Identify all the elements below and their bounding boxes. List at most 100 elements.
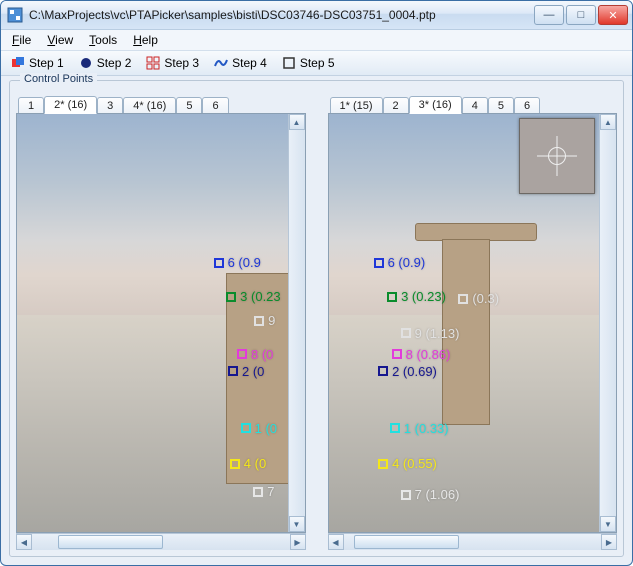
control-point-7[interactable]: 7 (1.06) (401, 487, 460, 502)
tab-4[interactable]: 5 (488, 97, 514, 114)
hscrollbar[interactable]: ◀ ▶ (16, 533, 306, 550)
scroll-thumb[interactable] (58, 535, 163, 549)
control-point-2[interactable]: 2 (0.69) (378, 364, 437, 379)
point-label: 7 (1.06) (415, 487, 460, 502)
point-marker-icon (241, 423, 251, 433)
minimize-button[interactable]: — (534, 5, 564, 25)
scroll-right-icon[interactable]: ▶ (290, 534, 306, 550)
left-image-view[interactable]: 6 (0.9 3 (0.23 9 8 (0 2 (0 1 (0 4 (07 (17, 114, 288, 532)
left-image-frame: 6 (0.9 3 (0.23 9 8 (0 2 (0 1 (0 4 (07 ▲ ▼ (16, 113, 306, 533)
point-marker-icon (237, 349, 247, 359)
control-point-8[interactable]: 8 (0.86) (392, 347, 451, 362)
point-label: (0.3) (472, 291, 499, 306)
control-point-9[interactable]: 9 (1.13) (401, 326, 460, 341)
left-pane: 12* (16)34* (16)56 6 (0.9 3 (0.23 9 8 (0 2 … (16, 91, 306, 550)
control-point-9[interactable]: 9 (254, 313, 275, 328)
point-marker-icon (392, 349, 402, 359)
toolbar-step2[interactable]: Step 2 (72, 53, 139, 73)
tab-2[interactable]: 3* (16) (409, 96, 462, 114)
point-marker-icon (226, 292, 236, 302)
tab-1[interactable]: 2* (16) (44, 96, 97, 114)
vscrollbar[interactable]: ▲ ▼ (599, 114, 616, 532)
point-marker-icon (374, 258, 384, 268)
point-marker-icon (230, 459, 240, 469)
control-point-1[interactable]: 1 (0.33) (390, 421, 449, 436)
control-point-8[interactable]: 8 (0 (237, 347, 273, 362)
tab-5[interactable]: 6 (514, 97, 540, 114)
right-tabstrip: 1* (15)23* (16)456 (328, 91, 618, 113)
point-marker-icon (387, 292, 397, 302)
menu-help[interactable]: Help (126, 31, 165, 49)
menu-file[interactable]: File (5, 31, 38, 49)
app-window: C:\MaxProjects\vc\PTAPicker\samples\bist… (0, 0, 633, 566)
scroll-up-icon[interactable]: ▲ (289, 114, 305, 130)
tab-4[interactable]: 5 (176, 97, 202, 114)
control-point-4[interactable]: 4 (0.55) (378, 456, 437, 471)
lens-icon (79, 56, 93, 70)
tab-3[interactable]: 4 (462, 97, 488, 114)
point-marker-icon (253, 487, 263, 497)
rock-cap (415, 223, 537, 241)
point-label: 2 (0 (242, 364, 264, 379)
toolbar-step2-label: Step 2 (97, 56, 132, 70)
right-image-frame: 6 (0.9) 3 (0.23) (0.3) 9 (1.13) 8 (0.86) 2 (0… (328, 113, 618, 533)
control-point-6[interactable]: 6 (0.9) (374, 255, 426, 270)
control-point-3[interactable]: 3 (0.23) (387, 289, 446, 304)
menu-view[interactable]: View (40, 31, 80, 49)
close-button[interactable]: ✕ (598, 5, 628, 25)
scroll-up-icon[interactable]: ▲ (600, 114, 616, 130)
control-points-group: Control Points 12* (16)34* (16)56 6 (0.9… (9, 80, 624, 557)
scroll-down-icon[interactable]: ▼ (600, 516, 616, 532)
images-icon (11, 56, 25, 70)
scroll-left-icon[interactable]: ◀ (16, 534, 32, 550)
toolbar-step5-label: Step 5 (300, 56, 335, 70)
vscrollbar[interactable]: ▲ ▼ (288, 114, 305, 532)
point-marker-icon (254, 316, 264, 326)
toolbar-step5[interactable]: Step 5 (275, 53, 342, 73)
point-label: 4 (0.55) (392, 456, 437, 471)
point-label: 7 (267, 484, 274, 499)
scroll-track[interactable] (32, 534, 290, 550)
grid-icon (146, 56, 160, 70)
hscrollbar[interactable]: ◀ ▶ (328, 533, 618, 550)
tab-0[interactable]: 1* (15) (330, 97, 383, 114)
maximize-button[interactable]: □ (566, 5, 596, 25)
point-label: 1 (0.33) (404, 421, 449, 436)
tab-0[interactable]: 1 (18, 97, 44, 114)
toolbar-step4[interactable]: Step 4 (207, 53, 274, 73)
toolbar-step1[interactable]: Step 1 (4, 53, 71, 73)
scroll-track[interactable] (344, 534, 602, 550)
toolbar-step1-label: Step 1 (29, 56, 64, 70)
toolbar-step3[interactable]: Step 3 (139, 53, 206, 73)
scroll-down-icon[interactable]: ▼ (289, 516, 305, 532)
control-point-[interactable]: (0.3) (458, 291, 499, 306)
scroll-thumb[interactable] (354, 535, 459, 549)
control-point-2[interactable]: 2 (0 (228, 364, 264, 379)
control-point-7[interactable]: 7 (253, 484, 274, 499)
menubar: File View Tools Help (1, 30, 632, 51)
tab-3[interactable]: 4* (16) (123, 97, 176, 114)
control-point-6[interactable]: 6 (0.9 (214, 255, 261, 270)
right-pane: 1* (15)23* (16)456 6 (0.9) 3 (0.23) (0.3) 9… (328, 91, 618, 550)
left-tabstrip: 12* (16)34* (16)56 (16, 91, 306, 113)
window-controls: — □ ✕ (534, 5, 628, 25)
toolbar-step4-label: Step 4 (232, 56, 267, 70)
control-point-3[interactable]: 3 (0.23 (226, 289, 280, 304)
tab-1[interactable]: 2 (383, 97, 409, 114)
scroll-right-icon[interactable]: ▶ (601, 534, 617, 550)
tab-2[interactable]: 3 (97, 97, 123, 114)
point-label: 2 (0.69) (392, 364, 437, 379)
scroll-left-icon[interactable]: ◀ (328, 534, 344, 550)
control-point-4[interactable]: 4 (0 (230, 456, 266, 471)
group-legend: Control Points (20, 73, 97, 85)
point-marker-icon (458, 294, 468, 304)
point-marker-icon (378, 459, 388, 469)
menu-tools[interactable]: Tools (82, 31, 124, 49)
point-label: 6 (0.9) (388, 255, 426, 270)
point-marker-icon (401, 328, 411, 338)
right-image-view[interactable]: 6 (0.9) 3 (0.23) (0.3) 9 (1.13) 8 (0.86) 2 (0… (329, 114, 600, 532)
tab-5[interactable]: 6 (202, 97, 228, 114)
point-label: 4 (0 (244, 456, 266, 471)
point-marker-icon (390, 423, 400, 433)
control-point-1[interactable]: 1 (0 (241, 421, 277, 436)
